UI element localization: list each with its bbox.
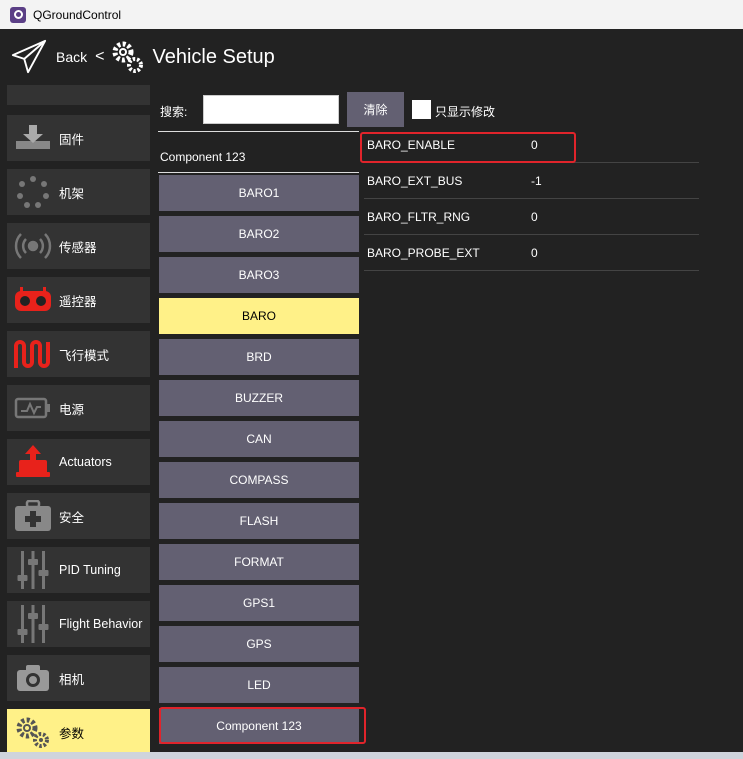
firmware-icon <box>13 118 53 158</box>
param-value: 0 <box>531 246 538 260</box>
param-name: BARO_EXT_BUS <box>367 174 463 188</box>
param-row[interactable]: BARO_PROBE_EXT 0 <box>364 235 699 271</box>
param-row[interactable]: BARO_FLTR_RNG 0 <box>364 199 699 235</box>
pid-tuning-icon <box>13 550 53 590</box>
parameters-icon <box>13 712 53 752</box>
taskbar-strip <box>0 752 743 759</box>
param-value: -1 <box>531 174 542 188</box>
modified-only-label: 只显示修改 <box>435 105 496 119</box>
sidebar-item-firmware[interactable]: 固件 <box>7 115 150 161</box>
component-group-title: Component 123 <box>160 150 246 164</box>
camera-icon <box>13 658 53 698</box>
group-button-flash[interactable]: FLASH <box>159 503 359 539</box>
group-button-buzzer[interactable]: BUZZER <box>159 380 359 416</box>
toolbar: Back < Vehicle Setup <box>0 29 743 85</box>
group-button-gps[interactable]: GPS <box>159 626 359 662</box>
sidebar-item-label: Actuators <box>59 455 112 469</box>
sidebar-item-partial[interactable] <box>7 85 150 105</box>
search-input[interactable] <box>203 95 339 124</box>
sidebar-item-label: 飞行模式 <box>59 348 110 363</box>
flight-behavior-icon <box>13 604 53 644</box>
breadcrumb-separator: < <box>95 48 105 65</box>
safety-icon <box>13 496 53 536</box>
sidebar-item-label: 相机 <box>59 672 85 687</box>
sidebar-item-pid-tuning[interactable]: PID Tuning <box>7 547 150 593</box>
gears-icon <box>112 41 144 73</box>
qgc-app-icon <box>10 6 26 23</box>
sidebar-item-power[interactable]: 电源 <box>7 385 150 431</box>
sidebar-item-label: Flight Behavior <box>59 617 143 631</box>
sidebar-item-airframe[interactable]: 机架 <box>7 169 150 215</box>
actuators-icon <box>13 442 53 482</box>
param-row[interactable]: BARO_EXT_BUS -1 <box>364 163 699 199</box>
modified-only-checkbox[interactable] <box>412 100 431 119</box>
paper-plane-icon[interactable] <box>10 38 48 76</box>
sidebar-item-label: 电源 <box>59 402 85 417</box>
sensors-icon <box>13 226 53 266</box>
sidebar-item-safety[interactable]: 安全 <box>7 493 150 539</box>
radio-icon <box>13 280 53 320</box>
sidebar-item-parameters[interactable]: 参数 <box>7 709 150 755</box>
airframe-icon <box>13 172 53 212</box>
group-button-baro2[interactable]: BARO2 <box>159 216 359 252</box>
window-title-bar: QGroundControl <box>0 0 743 29</box>
sidebar-item-label: PID Tuning <box>59 563 121 577</box>
setup-sidebar: 固件 机架 传感器 遥控器 飞行模式 电源 Actuators 安全 PID T… <box>0 85 158 759</box>
highlight-box-group <box>159 707 366 744</box>
back-button[interactable]: Back <box>56 49 87 65</box>
sidebar-item-label: 安全 <box>59 510 85 525</box>
page-title: Vehicle Setup <box>152 45 275 68</box>
param-value: 0 <box>531 210 538 224</box>
component-group-header: Component 123 <box>158 131 359 173</box>
sidebar-item-label: 参数 <box>59 726 85 741</box>
group-button-compass[interactable]: COMPASS <box>159 462 359 498</box>
sidebar-item-camera[interactable]: 相机 <box>7 655 150 701</box>
param-name: BARO_PROBE_EXT <box>367 246 480 260</box>
param-name: BARO_FLTR_RNG <box>367 210 471 224</box>
group-button-baro[interactable]: BARO <box>159 298 359 334</box>
group-button-led[interactable]: LED <box>159 667 359 703</box>
window-title: QGroundControl <box>33 7 122 22</box>
sidebar-item-actuators[interactable]: Actuators <box>7 439 150 485</box>
sidebar-item-flight-modes[interactable]: 飞行模式 <box>7 331 150 377</box>
sidebar-item-sensors[interactable]: 传感器 <box>7 223 150 269</box>
group-button-gps1[interactable]: GPS1 <box>159 585 359 621</box>
clear-button[interactable]: 清除 <box>347 92 404 127</box>
group-button-baro1[interactable]: BARO1 <box>159 175 359 211</box>
sidebar-item-label: 机架 <box>59 186 85 201</box>
group-button-baro3[interactable]: BARO3 <box>159 257 359 293</box>
group-button-format[interactable]: FORMAT <box>159 544 359 580</box>
group-button-brd[interactable]: BRD <box>159 339 359 375</box>
group-button-can[interactable]: CAN <box>159 421 359 457</box>
sidebar-item-flight-behavior[interactable]: Flight Behavior <box>7 601 150 647</box>
flight-modes-icon <box>13 334 53 374</box>
highlight-box-param <box>360 132 576 163</box>
power-icon <box>13 388 53 428</box>
sidebar-item-label: 遥控器 <box>59 294 97 309</box>
search-label: 搜索: <box>160 105 188 119</box>
sidebar-item-label: 传感器 <box>59 240 97 255</box>
sidebar-item-label: 固件 <box>59 132 85 147</box>
sidebar-item-radio[interactable]: 遥控器 <box>7 277 150 323</box>
